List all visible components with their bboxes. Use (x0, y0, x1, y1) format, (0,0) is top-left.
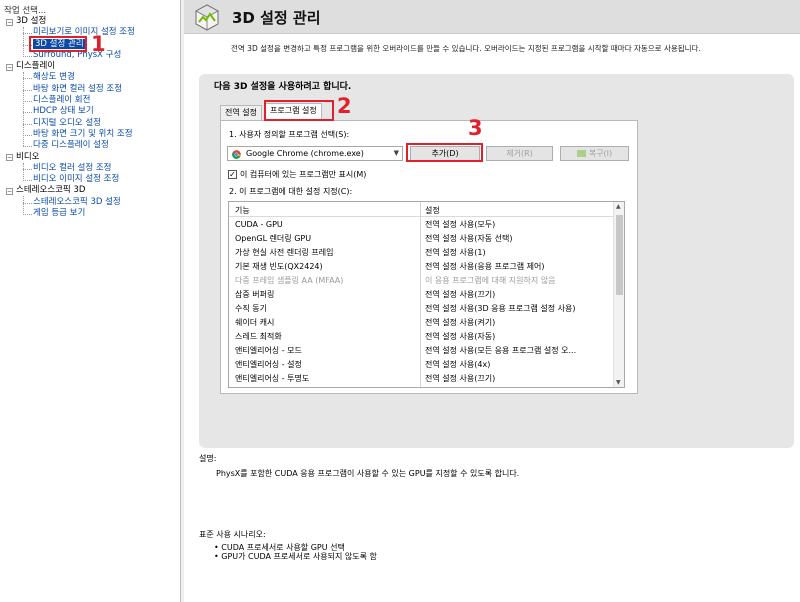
list-item[interactable]: 삼중 버퍼링 전역 설정 사용(끄기) (229, 288, 614, 302)
settings-panel: 다음 3D 설정을 사용하려고 합니다. 전역 설정 프로그램 설정 1. 사용… (199, 74, 794, 448)
settings-list: 기능 설정 CUDA - GPU 전역 설정 사용(모두) OpenGL 렌더링 … (228, 201, 625, 388)
list-header: 기능 설정 (229, 202, 614, 217)
collapse-icon[interactable]: − (6, 63, 13, 71)
checkbox-box[interactable]: ✓ (228, 170, 237, 179)
vertical-scrollbar[interactable]: ▲ ▼ (613, 202, 624, 387)
page-intro: 전역 3D 설정을 변경하고 특정 프로그램을 위한 오버라이드를 만들 수 있… (231, 44, 701, 53)
step2-label: 2. 이 프로그램에 대한 설정 지정(C): (229, 187, 353, 196)
task-tree-panel: 작업 선택... −3D 설정 미리보기로 이미지 설정 조정 3D 설정 관리… (0, 0, 181, 602)
content-panel: 3D 설정 관리 전역 3D 설정을 변경하고 특정 프로그램을 위한 오버라이… (184, 0, 800, 602)
checkbox-label: 이 컴퓨터에 있는 프로그램만 표시(M) (240, 170, 367, 179)
tree-group-display: − 디스플레이 해상도 변경 바탕 화면 컬러 설정 조정 디스플레이 회전 HD… (0, 61, 181, 151)
tree-item-video-image[interactable]: 비디오 이미지 설정 조정 (0, 174, 181, 185)
list-item[interactable]: 기본 재생 빈도(QX2424) 전역 설정 사용(응용 프로그램 제어) (229, 260, 614, 274)
annotation-number-2: 2 (337, 94, 352, 118)
collapse-icon[interactable]: − (6, 154, 13, 162)
usage-scenarios-label: 표준 사용 시나리오: (199, 530, 266, 539)
tree-item-digital-audio[interactable]: 디지털 오디오 설정 (0, 118, 181, 129)
tree-node-display[interactable]: − 디스플레이 (0, 61, 181, 72)
list-item[interactable]: 수직 동기 전역 설정 사용(3D 응용 프로그램 설정 사용) (229, 302, 614, 316)
column-header-feature[interactable]: 기능 (235, 205, 250, 216)
list-item[interactable]: 쉐이더 캐시 전역 설정 사용(켜기) (229, 316, 614, 330)
collapse-icon[interactable]: − (6, 18, 13, 26)
tree-item-rotate-display[interactable]: 디스플레이 회전 (0, 95, 181, 106)
restore-button[interactable]: 복구(I) (560, 146, 629, 161)
nvidia-icon (576, 150, 586, 157)
description-text: PhysX를 포함한 CUDA 응용 프로그램이 사용할 수 있는 GPU를 지… (216, 469, 520, 478)
scroll-up-icon[interactable]: ▲ (616, 203, 621, 210)
tree-group-stereoscopic: − 스테레오스코픽 3D 스테레오스코픽 3D 설정 게임 등급 보기 (0, 185, 181, 219)
tree-node-stereoscopic[interactable]: − 스테레오스코픽 3D (0, 185, 181, 196)
annotation-box-2 (264, 100, 334, 121)
tree-item-stereo-settings[interactable]: 스테레오스코픽 3D 설정 (0, 197, 181, 208)
list-item: CUDA 프로세서로 사용할 GPU 선택 (214, 543, 377, 552)
program-select-value: Google Chrome (chrome.exe) (246, 148, 364, 158)
scroll-down-icon[interactable]: ▼ (616, 379, 621, 386)
tree-item-hdcp-status[interactable]: HDCP 상태 보기 (0, 106, 181, 117)
tree-item-change-resolution[interactable]: 해상도 변경 (0, 72, 181, 83)
annotation-number-3: 3 (468, 116, 483, 140)
annotation-box-3 (406, 143, 483, 162)
list-item[interactable]: 가상 현실 사전 렌더링 프레임 전역 설정 사용(1) (229, 246, 614, 260)
task-tree-title: 작업 선택... (4, 6, 47, 16)
list-item[interactable]: 앤티엘리어싱 - 모드 전역 설정 사용(모든 응용 프로그램 설정 오... (229, 344, 614, 358)
chevron-down-icon[interactable]: ▼ (394, 149, 399, 157)
scrollbar-thumb[interactable] (616, 215, 623, 295)
list-item[interactable]: 스레드 최적화 전역 설정 사용(자동) (229, 330, 614, 344)
annotation-number-1: 1 (91, 32, 106, 56)
tab-global-settings[interactable]: 전역 설정 (220, 105, 262, 120)
list-item[interactable]: 앤티엘리어싱 - 설정 전역 설정 사용(4x) (229, 358, 614, 372)
list-item: GPU가 CUDA 프로세서로 사용되지 않도록 함 (214, 552, 377, 561)
section-title: 다음 3D 설정을 사용하려고 합니다. (214, 82, 352, 92)
tree-item-desktop-color[interactable]: 바탕 화면 컬러 설정 조정 (0, 84, 181, 95)
tree-item-desktop-size[interactable]: 바탕 화면 크기 및 위치 조정 (0, 129, 181, 140)
page-title: 3D 설정 관리 (232, 9, 321, 27)
tree-node-video[interactable]: − 비디오 (0, 152, 181, 163)
usage-scenarios-list: CUDA 프로세서로 사용할 GPU 선택 GPU가 CUDA 프로세서로 사용… (214, 543, 377, 561)
tree-group-video: − 비디오 비디오 컬러 설정 조정 비디오 이미지 설정 조정 (0, 152, 181, 186)
step1-label: 1. 사용자 정의할 프로그램 선택(S): (229, 130, 350, 139)
annotation-box-1 (29, 36, 87, 52)
3d-cube-icon (195, 4, 219, 31)
tree-item-multiple-displays[interactable]: 다중 디스플레이 설정 (0, 140, 181, 151)
remove-program-button[interactable]: 제거(R) (486, 146, 553, 161)
column-header-setting[interactable]: 설정 (425, 205, 440, 216)
collapse-icon[interactable]: − (6, 187, 13, 195)
description-label: 설명: (199, 454, 217, 463)
list-item[interactable]: 다중 프레임 샘플링 AA (MFAA) 이 응용 프로그램에 대해 지원하지 않… (229, 274, 614, 288)
tree-node-3d-settings[interactable]: −3D 설정 (0, 16, 181, 27)
program-select[interactable]: Google Chrome (chrome.exe) ▼ (227, 146, 403, 161)
tree-item-video-color[interactable]: 비디오 컬러 설정 조정 (0, 163, 181, 174)
list-item[interactable]: CUDA - GPU 전역 설정 사용(모두) (229, 218, 614, 232)
chrome-icon (232, 149, 241, 159)
list-item[interactable]: OpenGL 렌더링 GPU 전역 설정 사용(자동 선택) (229, 232, 614, 246)
list-item[interactable]: 앤티엘리어싱 - 투명도 전역 설정 사용(끄기) (229, 372, 614, 386)
tree-item-game-ratings[interactable]: 게임 등급 보기 (0, 208, 181, 219)
page-header: 3D 설정 관리 (184, 0, 800, 34)
